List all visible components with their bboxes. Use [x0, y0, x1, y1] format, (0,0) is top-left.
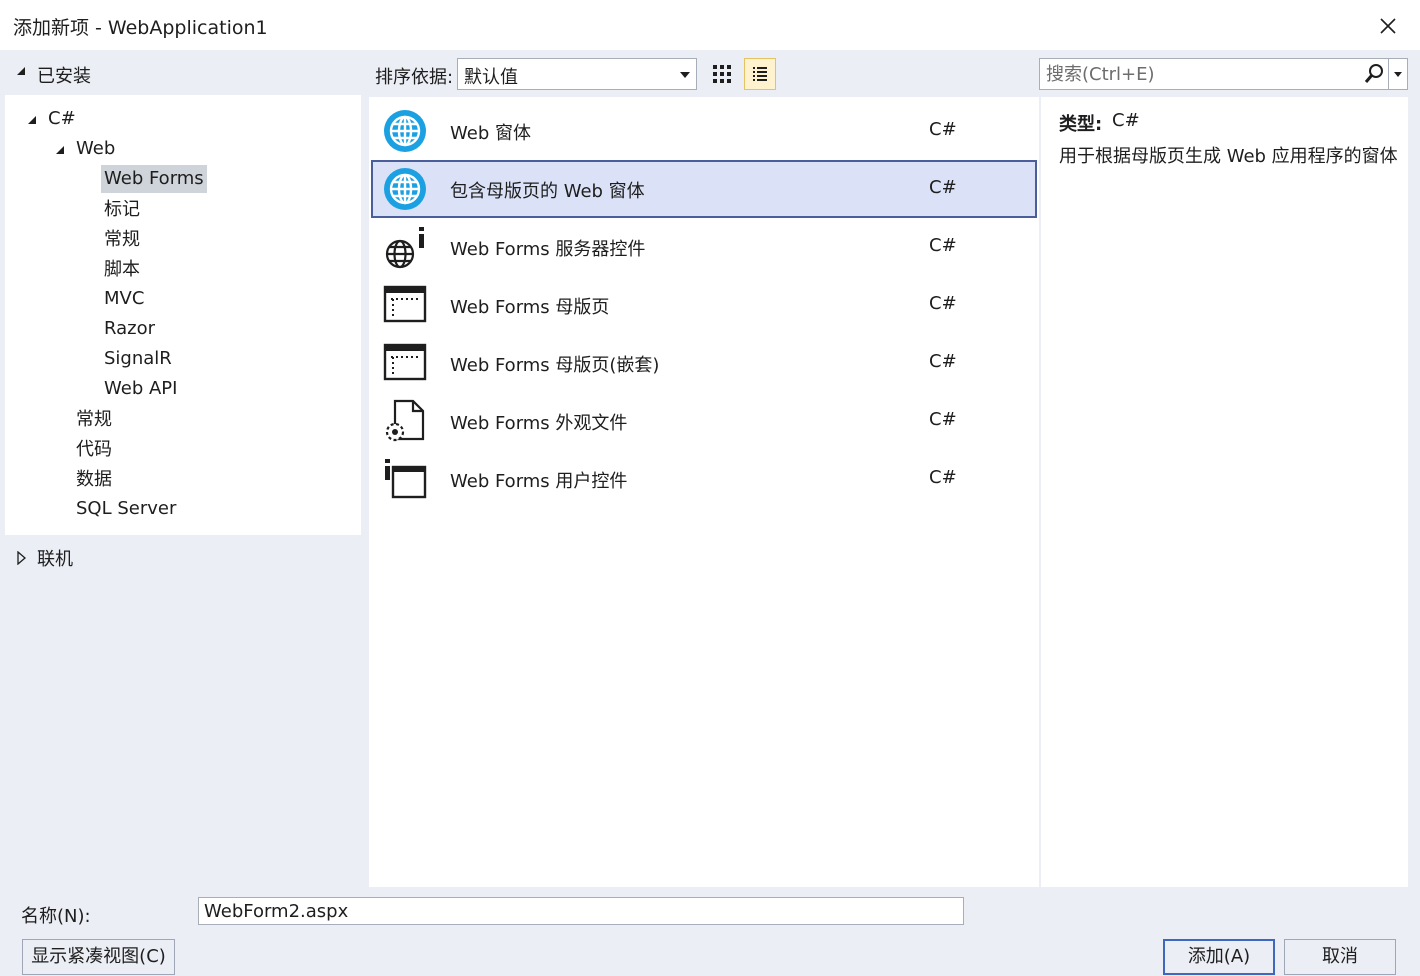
template-description: 用于根据母版页生成 Web 应用程序的窗体 [1059, 146, 1398, 167]
close-icon [1380, 18, 1396, 34]
template-item-skin-file[interactable]: Web Forms 外观文件 C# [371, 392, 1037, 450]
template-name: Web Forms 母版页(嵌套) [450, 355, 660, 376]
name-field[interactable] [198, 897, 964, 925]
globe-icon [384, 168, 426, 210]
search-icon[interactable] [1363, 63, 1385, 85]
sort-value: 默认值 [464, 67, 518, 88]
window-title: 添加新项 - WebApplication1 [13, 17, 268, 39]
list-view-icon [753, 67, 767, 81]
tree-node-mvc[interactable]: MVC [104, 285, 144, 313]
type-value: C# [1112, 110, 1140, 131]
template-language: C# [929, 119, 957, 140]
tree-node-general-2[interactable]: 常规 [76, 406, 112, 434]
template-item-web-form[interactable]: Web 窗体 C# [371, 102, 1037, 160]
tree-node-general[interactable]: 常规 [104, 226, 140, 254]
collapsed-arrow-icon[interactable] [15, 551, 27, 565]
online-label[interactable]: 联机 [37, 545, 73, 571]
panel-edge [1408, 97, 1420, 887]
expand-arrow-icon[interactable] [26, 114, 38, 126]
sort-label: 排序依据: [375, 67, 454, 88]
close-button[interactable] [1368, 7, 1408, 45]
template-language: C# [929, 409, 957, 430]
tree-node-script[interactable]: 脚本 [104, 256, 140, 284]
tree-node-web-api[interactable]: Web API [104, 375, 177, 403]
tree-node-data[interactable]: 数据 [76, 466, 112, 494]
globe-icon [384, 110, 426, 152]
list-view-button[interactable] [744, 58, 776, 90]
installed-label[interactable]: 已安装 [37, 62, 91, 88]
search-input[interactable] [1046, 62, 1356, 86]
master-page-icon [383, 343, 427, 381]
template-item-server-control[interactable]: Web Forms 服务器控件 C# [371, 218, 1037, 276]
template-name: Web Forms 外观文件 [450, 413, 628, 434]
chevron-down-icon [1394, 72, 1402, 77]
search-box[interactable] [1039, 58, 1389, 90]
template-item-master-page[interactable]: Web Forms 母版页 C# [371, 276, 1037, 334]
skin-file-icon [385, 399, 425, 442]
template-name: Web Forms 服务器控件 [450, 239, 646, 260]
template-language: C# [929, 351, 957, 372]
compact-view-button[interactable]: 显示紧凑视图(C) [22, 939, 175, 975]
template-language: C# [929, 467, 957, 488]
title-bar: 添加新项 - WebApplication1 [0, 0, 1420, 50]
template-name: 包含母版页的 Web 窗体 [450, 181, 645, 202]
template-name: Web Forms 用户控件 [450, 471, 628, 492]
tree-node-web[interactable]: Web [76, 135, 115, 163]
template-language: C# [929, 235, 957, 256]
add-button[interactable]: 添加(A) [1163, 939, 1275, 975]
chevron-down-icon [680, 72, 690, 78]
grid-view-button[interactable] [706, 58, 738, 90]
grid-view-icon [713, 65, 731, 83]
tree-node-markup[interactable]: 标记 [104, 196, 140, 224]
template-language: C# [929, 293, 957, 314]
type-label: 类型: [1059, 114, 1103, 135]
expand-arrow-icon[interactable] [54, 144, 66, 156]
tree-node-razor[interactable]: Razor [104, 315, 155, 343]
master-page-icon [383, 285, 427, 323]
category-tree: C# Web Web Forms 标记 常规 脚本 MVC Razor Sign… [5, 95, 361, 535]
template-item-nested-master-page[interactable]: Web Forms 母版页(嵌套) C# [371, 334, 1037, 392]
template-list: Web 窗体 C# 包含母版页的 Web 窗体 C# Web Forms 服务器… [369, 97, 1039, 887]
tree-node-code[interactable]: 代码 [76, 436, 112, 464]
template-language: C# [929, 177, 957, 198]
server-control-icon [385, 227, 424, 269]
tree-node-signalr[interactable]: SignalR [104, 345, 172, 373]
add-new-item-dialog: 添加新项 - WebApplication1 已安装 C# Web Web Fo… [0, 0, 1420, 976]
template-name: Web Forms 母版页 [450, 297, 610, 318]
tree-node-web-forms[interactable]: Web Forms [101, 165, 207, 193]
user-control-icon [385, 459, 427, 499]
template-item-web-form-master[interactable]: 包含母版页的 Web 窗体 C# [371, 160, 1037, 218]
search-options-dropdown[interactable] [1389, 58, 1408, 90]
template-item-user-control[interactable]: Web Forms 用户控件 C# [371, 450, 1037, 508]
details-panel: 类型: C# 用于根据母版页生成 Web 应用程序的窗体 [1041, 97, 1408, 887]
expand-arrow-icon [17, 67, 25, 75]
sort-dropdown[interactable]: 默认值 [457, 58, 697, 90]
tree-node-csharp[interactable]: C# [48, 105, 76, 133]
template-name: Web 窗体 [450, 123, 531, 144]
name-label: 名称(N): [21, 906, 91, 927]
tree-node-sql-server[interactable]: SQL Server [76, 495, 176, 523]
cancel-button[interactable]: 取消 [1284, 939, 1396, 975]
